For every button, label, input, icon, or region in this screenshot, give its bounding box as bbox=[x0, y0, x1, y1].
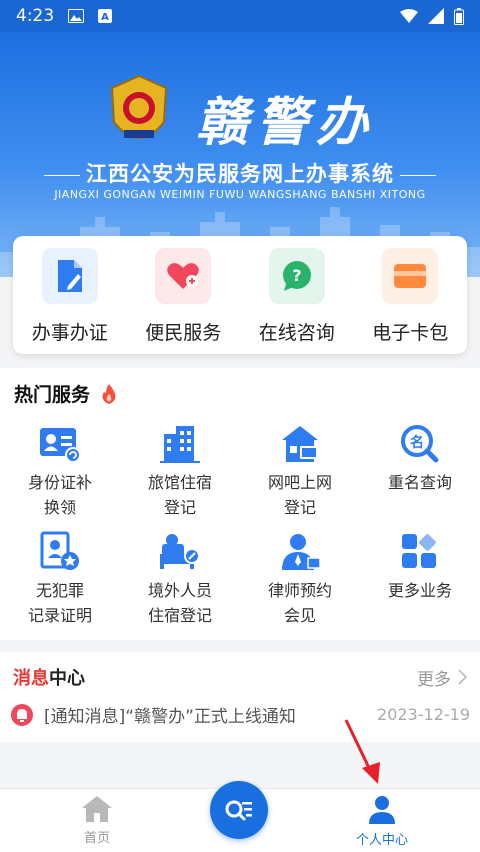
quick-action-banshi[interactable]: 办事办证 bbox=[15, 248, 125, 345]
app-notification-icon: A bbox=[98, 9, 113, 23]
quick-actions-card: 办事办证 便民服务 ? 在线咨询 电子卡包 bbox=[13, 236, 467, 354]
signal-icon bbox=[428, 8, 444, 24]
bell-notification-icon bbox=[11, 703, 33, 726]
more-messages-link[interactable]: 更多 bbox=[417, 665, 467, 690]
service-label: 身份证补 换领 bbox=[27, 473, 92, 517]
app-logo-text: 赣警办 bbox=[196, 92, 377, 153]
service-foreigner-lodging[interactable]: 境外人员 住宿登记 bbox=[120, 530, 240, 638]
nav-home[interactable]: 首页 bbox=[62, 795, 132, 846]
service-id-card[interactable]: 身份证补 换领 bbox=[0, 422, 120, 530]
quick-action-label: 办事办证 bbox=[31, 322, 108, 344]
service-no-crime-certificate[interactable]: 无犯罪 记录证明 bbox=[0, 530, 120, 638]
message-text: [通知消息]“赣警办”正式上线通知 bbox=[44, 707, 296, 727]
banner-title: 江西公安为民服务网上办事系统 bbox=[0, 158, 480, 188]
nav-home-label: 首页 bbox=[83, 831, 110, 846]
service-label: 重名查询 bbox=[387, 473, 452, 492]
home-icon bbox=[82, 796, 112, 822]
chat-question-icon: ? bbox=[268, 248, 325, 304]
service-label: 网吧上网 登记 bbox=[267, 473, 332, 517]
lawyer-icon bbox=[276, 530, 324, 574]
svg-text:名: 名 bbox=[410, 434, 424, 451]
search-list-icon bbox=[225, 800, 252, 821]
id-card-icon bbox=[36, 422, 84, 466]
quick-action-zixun[interactable]: ? 在线咨询 bbox=[242, 248, 352, 345]
service-lawyer-appointment[interactable]: 律师预约 会见 bbox=[240, 530, 360, 638]
wifi-icon bbox=[400, 9, 418, 23]
service-label: 旅馆住宿 登记 bbox=[147, 473, 212, 517]
service-label: 无犯罪 记录证明 bbox=[27, 581, 92, 625]
svg-text:?: ? bbox=[292, 266, 301, 285]
foreigner-bed-icon bbox=[156, 530, 204, 574]
heart-icon bbox=[155, 248, 212, 304]
hot-services-section: 热门服务 身份证补 换领 旅馆住宿 登记 网吧上网 登记 名 重名查询 无犯罪 … bbox=[0, 368, 480, 640]
nav-profile-label: 个人中心 bbox=[355, 833, 408, 848]
service-label: 境外人员 住宿登记 bbox=[147, 581, 212, 625]
quick-action-bianmin[interactable]: 便民服务 bbox=[128, 248, 238, 345]
status-bar: 4:23 A bbox=[0, 0, 480, 32]
battery-icon bbox=[454, 7, 464, 25]
message-item[interactable]: [通知消息]“赣警办”正式上线通知 2023-12-19 bbox=[10, 702, 470, 727]
pointer-arrow-icon bbox=[344, 719, 380, 784]
svg-text:A: A bbox=[101, 12, 109, 23]
more-label: 更多 bbox=[417, 669, 451, 690]
section-title: 热门服务 bbox=[14, 384, 91, 406]
banner-subtitle: JIANGXI GONGAN WEIMIN FUWU WANGSHANG BAN… bbox=[54, 188, 426, 201]
fire-icon bbox=[102, 383, 116, 404]
message-center-title: 消息中心 bbox=[13, 668, 85, 689]
hot-services-header: 热门服务 bbox=[14, 380, 118, 407]
hotel-building-icon bbox=[156, 422, 204, 466]
service-label: 更多业务 bbox=[387, 581, 452, 600]
service-internet-cafe[interactable]: 网吧上网 登记 bbox=[240, 422, 360, 530]
certificate-icon bbox=[36, 530, 84, 574]
document-icon bbox=[41, 248, 98, 304]
service-name-search[interactable]: 名 重名查询 bbox=[360, 422, 480, 530]
service-hotel-registration[interactable]: 旅馆住宿 登记 bbox=[120, 422, 240, 530]
quick-action-label: 便民服务 bbox=[145, 322, 222, 344]
service-label: 律师预约 会见 bbox=[267, 581, 332, 625]
quick-action-label: 电子卡包 bbox=[372, 322, 449, 344]
police-emblem-logo bbox=[110, 74, 168, 139]
service-more[interactable]: 更多业务 bbox=[360, 530, 480, 638]
status-time: 4:23 bbox=[16, 6, 55, 26]
nav-profile[interactable]: 个人中心 bbox=[346, 795, 418, 848]
quick-action-label: 在线咨询 bbox=[258, 322, 335, 344]
user-profile-icon bbox=[369, 796, 395, 824]
message-center-section: 消息中心 更多 [通知消息]“赣警办”正式上线通知 2023-12-19 bbox=[0, 652, 480, 742]
image-notification-icon bbox=[68, 9, 85, 23]
message-center-header: 消息中心 更多 bbox=[13, 664, 467, 690]
card-wallet-icon bbox=[382, 248, 439, 304]
chevron-right-icon bbox=[458, 669, 467, 685]
message-date: 2023-12-19 bbox=[377, 705, 470, 724]
more-grid-icon bbox=[396, 530, 444, 574]
name-search-icon: 名 bbox=[396, 422, 444, 466]
quick-action-kabao[interactable]: 电子卡包 bbox=[355, 248, 465, 345]
services-grid: 身份证补 换领 旅馆住宿 登记 网吧上网 登记 名 重名查询 无犯罪 记录证明 bbox=[0, 422, 480, 638]
internet-cafe-icon bbox=[276, 422, 324, 466]
bottom-navigation: 首页 个人中心 bbox=[0, 781, 480, 852]
nav-center-search-button[interactable] bbox=[210, 781, 268, 839]
